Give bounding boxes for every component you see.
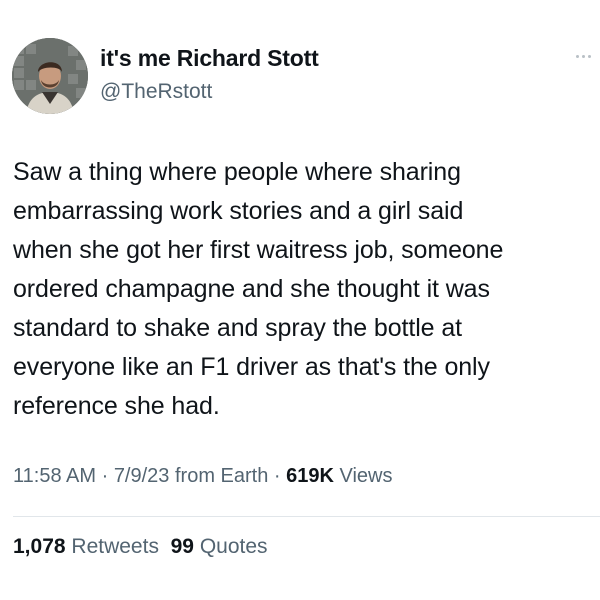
tweet-text-line: embarrassing work stories and a girl sai… [13,197,464,225]
tweet-text-line: standard to shake and spray the bottle a… [13,314,462,342]
tweet-meta: 11:58 AM · 7/9/23 from Earth · 619K View… [13,465,393,488]
meta-separator: · [96,465,114,487]
tweet-text-line: ordered champagne and she thought it was [13,275,490,303]
retweets-count: 1,078 [13,535,66,558]
author-display-name[interactable]: it's me Richard Stott [100,45,319,72]
author-handle[interactable]: @TheRstott [100,80,212,104]
avatar-photo [12,38,88,114]
tweet-text-line: Saw a thing where people where sharing [13,158,461,186]
views-label: Views [339,465,393,487]
tweet-date[interactable]: 7/9/23 [114,465,170,487]
avatar[interactable] [12,38,88,114]
retweets-label: Retweets [71,535,159,558]
tweet-card: it's me Richard Stott @TheRstott Saw a t… [0,0,600,600]
tweet-time[interactable]: 11:58 AM [13,465,96,487]
tweet-source: from Earth [174,465,269,487]
tweet-text-line: everyone like an F1 driver as that's the… [13,353,490,381]
quotes-count: 99 [170,535,194,558]
retweets-link[interactable]: 1,078 Retweets [13,535,159,558]
tweet-text-line: reference she had. [13,392,220,420]
tweet-text: Saw a thing where people where sharing e… [13,153,593,426]
engagement-stats: 1,078 Retweets 99 Quotes [13,535,268,559]
tweet-text-line: when she got her first waitress job, som… [13,236,504,264]
more-dot [575,54,579,58]
quotes-link[interactable]: 99 Quotes [171,535,268,558]
quotes-label: Quotes [199,535,268,558]
more-dot [587,54,591,58]
meta-separator: · [268,465,287,487]
more-horizontal-icon[interactable] [570,46,596,66]
views-count: 619K [286,465,334,487]
more-dot [581,54,585,58]
divider [13,516,600,517]
